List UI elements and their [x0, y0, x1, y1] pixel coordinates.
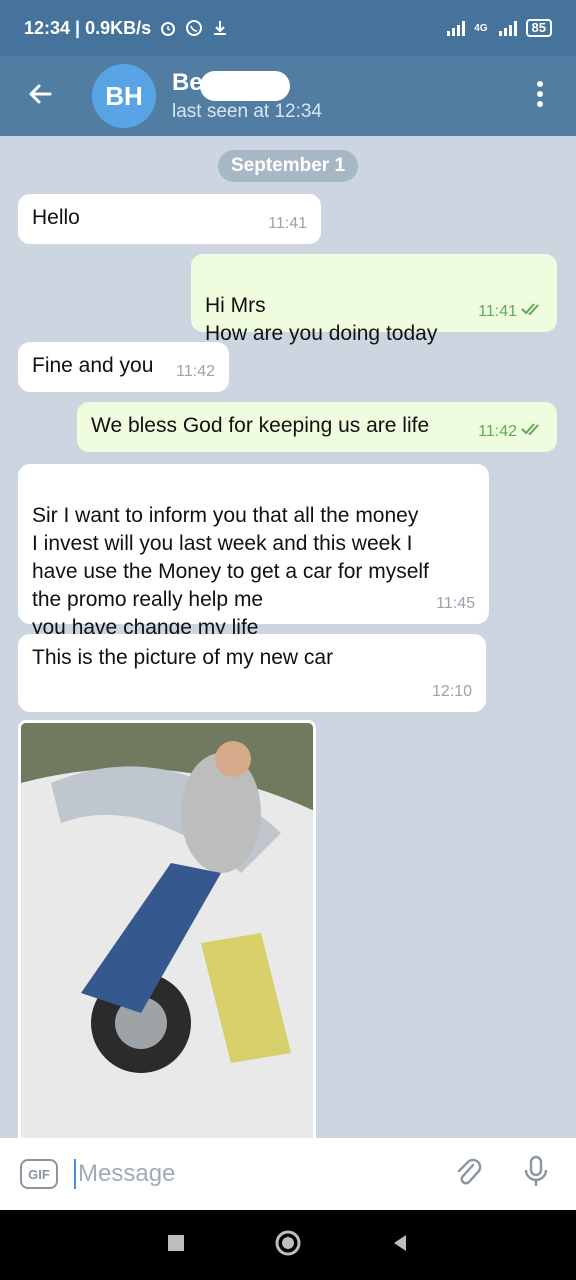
more-options-button[interactable] [504, 56, 576, 136]
chat-header: BH Be last seen at 12:34 [0, 56, 576, 136]
nav-square-icon [167, 1234, 185, 1257]
microphone-icon [523, 1155, 549, 1194]
double-check-icon [521, 418, 543, 446]
gif-button[interactable]: GIF [20, 1159, 58, 1189]
avatar[interactable]: BH [92, 64, 156, 128]
recent-apps-button[interactable] [156, 1225, 196, 1265]
message-text: Hello [32, 206, 80, 229]
message-outgoing[interactable]: Hi Mrs How are you doing today 11:41 [191, 254, 557, 345]
voice-record-button[interactable] [516, 1154, 556, 1194]
message-incoming[interactable]: Sir I want to inform you that all the mo… [18, 464, 489, 639]
date-separator: September 1 [218, 150, 358, 182]
message-time: 11:42 [478, 423, 517, 440]
more-vert-icon [536, 80, 544, 113]
status-bar: 12:34 | 0.9KB/s 4G 85 [0, 0, 576, 56]
message-incoming[interactable]: This is the picture of my new car 12:10 [18, 634, 486, 712]
status-left: 12:34 | 0.9KB/s [24, 18, 229, 39]
attach-button[interactable] [448, 1154, 488, 1194]
battery-indicator: 85 [525, 19, 552, 37]
status-time-speed: 12:34 | 0.9KB/s [24, 17, 152, 38]
back-button[interactable] [0, 56, 80, 136]
nav-circle-icon [274, 1229, 302, 1262]
text-cursor [74, 1159, 76, 1189]
message-input-bar: GIF [0, 1138, 576, 1210]
message-time-row: 11:41 [478, 298, 543, 326]
home-button[interactable] [268, 1225, 308, 1265]
alarm-icon [159, 19, 177, 37]
message-incoming[interactable]: Hello 11:41 [18, 194, 321, 244]
contact-name: Be [172, 69, 203, 96]
last-seen-status: last seen at 12:34 [172, 101, 322, 122]
signal-4g-icon [498, 19, 517, 37]
download-icon [211, 19, 229, 37]
network-type: 4G [474, 22, 488, 34]
contact-name-row: Be [172, 69, 322, 101]
system-back-button[interactable] [380, 1225, 420, 1265]
message-time-row: 11:42 [478, 418, 543, 446]
status-right: 4G 85 [446, 19, 552, 37]
car-photo-image [21, 723, 313, 1138]
signal-icon [446, 19, 466, 37]
message-time: 11:45 [436, 595, 475, 612]
message-text: We bless God for keeping us are life [91, 414, 430, 437]
nav-back-triangle-icon [390, 1233, 410, 1258]
back-arrow-icon [26, 80, 54, 113]
message-outgoing[interactable]: We bless God for keeping us are life 11:… [77, 402, 557, 452]
message-incoming[interactable]: Fine and you 11:42 [18, 342, 229, 392]
message-input[interactable] [78, 1160, 418, 1188]
message-time: 11:41 [478, 303, 517, 320]
contact-info[interactable]: Be last seen at 12:34 [172, 69, 322, 123]
chat-area[interactable]: September 1 Hello 11:41 Hi Mrs How are y… [0, 136, 576, 1138]
double-check-icon [521, 298, 543, 326]
message-time: 11:42 [176, 363, 215, 380]
message-time: 12:10 [431, 683, 472, 700]
paperclip-icon [453, 1157, 483, 1192]
message-text: Sir I want to inform you that all the mo… [32, 504, 429, 639]
message-time: 11:41 [268, 215, 307, 232]
message-text: Fine and you [32, 354, 154, 377]
system-nav-bar [0, 1210, 576, 1280]
message-text: Hi Mrs How are you doing today [205, 294, 438, 345]
message-text: This is the picture of my new car [32, 646, 334, 669]
whatsapp-icon [185, 19, 203, 37]
photo-message[interactable] [18, 720, 316, 1138]
redaction-mark [200, 71, 290, 101]
